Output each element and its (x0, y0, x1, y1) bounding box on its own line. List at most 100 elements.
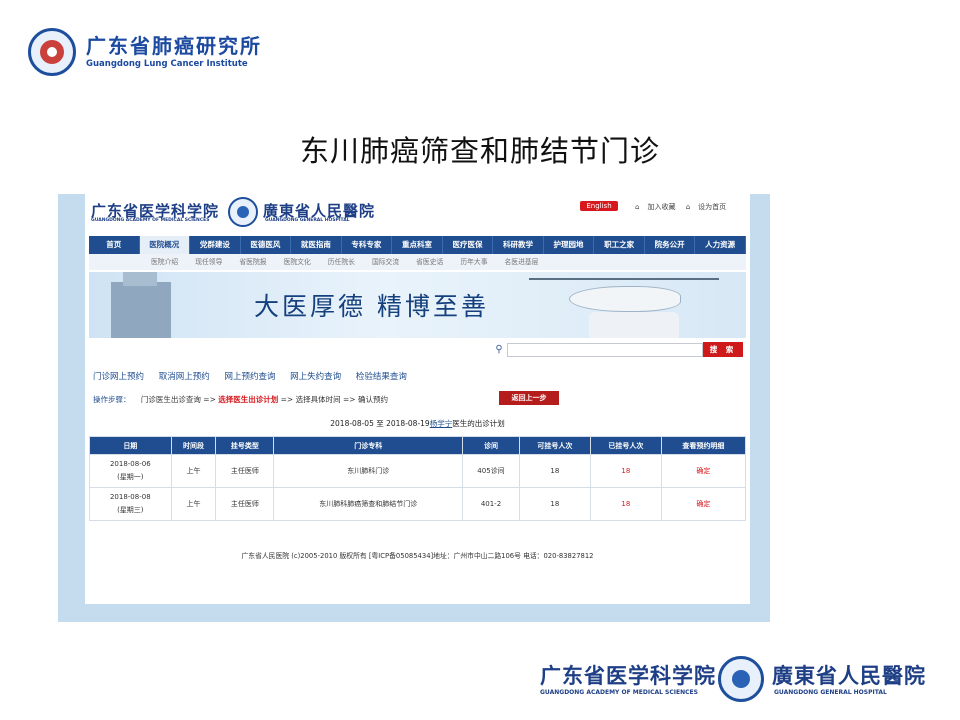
table-row: 2018-08-06 (星期一) 上午 主任医师 东川肺科门诊 405诊间 18 … (89, 454, 747, 488)
col-header: 诊间 (462, 436, 520, 455)
subnav-item[interactable]: 国际交流 (372, 254, 399, 270)
confirm-link[interactable]: 确定 (660, 454, 747, 488)
steps-label: 操作步骤： (93, 395, 131, 404)
confirm-link[interactable]: 确定 (660, 487, 747, 521)
search-icon: ⚲ (495, 344, 503, 355)
col-header: 日期 (89, 436, 172, 455)
banner-slogan: 大医厚德 精博至善 (254, 292, 489, 321)
home-icon: ⌂ (635, 203, 640, 211)
back-button[interactable]: 返回上一步 (499, 391, 559, 405)
hospital-building-image (111, 272, 171, 338)
step-arrow: => (343, 395, 356, 404)
clinic-cell: 东川肺科肺癌筛查和肺结节门诊 (273, 487, 464, 521)
nav-item-home[interactable]: 首页 (89, 236, 140, 254)
booking-query-link[interactable]: 网上预约查询 (224, 372, 275, 382)
nav-item-experts[interactable]: 专科专家 (342, 236, 393, 254)
helicopter-rotor-image (529, 278, 719, 280)
embedded-screenshot: 广东省医学科学院 GUANGDONG ACADEMY OF MEDICAL SC… (58, 194, 770, 622)
medical-staff-image (589, 312, 679, 338)
type-cell: 主任医师 (215, 454, 275, 488)
col-header: 已挂号人次 (589, 436, 662, 455)
search-input[interactable] (507, 343, 703, 357)
english-button[interactable]: English (580, 201, 618, 211)
lab-results-link[interactable]: 检验结果查询 (356, 372, 407, 382)
site-header: 广东省医学科学院 GUANGDONG ACADEMY OF MEDICAL SC… (85, 194, 750, 232)
subnav-item[interactable]: 现任领导 (195, 254, 222, 270)
step-3: 选择具体时间 (295, 395, 341, 404)
booked-cell: 18 (589, 454, 662, 488)
schedule-title: 2018-08-05 至 2018-08-19杨学宁医生的出诊计划 (89, 418, 746, 429)
schedule-range: 2018-08-05 至 2018-08-19 (330, 419, 430, 428)
banner: 大医厚德 精博至善 (89, 272, 746, 338)
site-footer: 广东省人民医院 (c)2005-2010 版权所有 [粤ICP备05085434… (241, 552, 594, 560)
helicopter-image (569, 286, 681, 312)
subnav-item[interactable]: 医院文化 (284, 254, 311, 270)
col-header: 门诊专科 (273, 436, 464, 455)
schedule-table: 日期 时间段 挂号类型 门诊专科 诊间 可挂号人次 已挂号人次 查看预约明细 2… (89, 436, 747, 521)
home-icon: ⌂ (685, 203, 691, 211)
subnav-item[interactable]: 医院介绍 (151, 254, 178, 270)
col-header: 挂号类型 (215, 436, 275, 455)
nav-item-hr[interactable]: 人力资源 (695, 236, 746, 254)
subnav-item[interactable]: 历年大事 (460, 254, 487, 270)
step-arrow: => (280, 395, 294, 404)
schedule-suffix: 医生的出诊计划 (452, 419, 505, 428)
step-4: 确认预约 (357, 395, 388, 404)
subnav-item[interactable]: 名医进基层 (505, 254, 539, 270)
booked-cell: 18 (589, 487, 662, 521)
step-1: 门诊医生出诊查询 (140, 395, 201, 404)
date-cell: 2018-08-08 (星期三) (89, 487, 172, 521)
hospital-name-en: GUANGDONG GENERAL HOSPITAL (265, 218, 350, 223)
available-cell: 18 (518, 487, 591, 521)
slide-title: 东川肺癌筛查和肺结节门诊 (299, 134, 660, 168)
add-favorite-link[interactable]: 加入收藏 (647, 203, 675, 211)
table-header-row: 日期 时间段 挂号类型 门诊专科 诊间 可挂号人次 已挂号人次 查看预约明细 (89, 436, 747, 455)
nav-item-guide[interactable]: 就医指南 (291, 236, 342, 254)
header-links: ⌂ 加入收藏 ⌂ 设为首页 (635, 202, 734, 212)
bottom-hospital-name-en: GUANGDONG GENERAL HOSPITAL (774, 689, 887, 696)
bottom-seal-icon (718, 656, 764, 702)
nav-item-insurance[interactable]: 医疗医保 (443, 236, 494, 254)
nav-item-staff[interactable]: 职工之家 (594, 236, 645, 254)
appointment-content: 门诊网上预约 取消网上预约 网上预约查询 网上失约查询 检验结果查询 操作步骤：… (89, 364, 747, 564)
doctor-link[interactable]: 杨学宁 (430, 419, 453, 428)
bottom-academy-name-cn: 广东省医学科学院 (540, 663, 716, 688)
type-cell: 主任医师 (215, 487, 275, 521)
subnav-item[interactable]: 省医院报 (239, 254, 266, 270)
missed-booking-link[interactable]: 网上失约查询 (290, 372, 341, 382)
search-button[interactable]: 搜 索 (703, 342, 743, 357)
bottom-logo: 广东省医学科学院 GUANGDONG ACADEMY OF MEDICAL SC… (540, 656, 930, 702)
period-cell: 上午 (170, 487, 217, 521)
room-cell: 405诊间 (462, 454, 520, 488)
bottom-hospital-name-cn: 廣東省人民醫院 (772, 663, 926, 688)
set-homepage-link[interactable]: 设为首页 (698, 203, 726, 211)
col-header: 可挂号人次 (518, 436, 591, 455)
nav-item-departments[interactable]: 重点科室 (392, 236, 443, 254)
hospital-webpage: 广东省医学科学院 GUANGDONG ACADEMY OF MEDICAL SC… (85, 194, 750, 604)
step-arrow: => (203, 395, 216, 404)
subnav-item[interactable]: 历任院长 (328, 254, 355, 270)
nav-item-ethics[interactable]: 医德医风 (241, 236, 292, 254)
institute-logo: 广东省肺癌研究所 Guangdong Lung Cancer Institute (28, 24, 268, 80)
col-header: 时间段 (170, 436, 217, 455)
room-cell: 401-2 (462, 487, 520, 521)
available-cell: 18 (518, 454, 591, 488)
nav-item-overview[interactable]: 医院概况 (139, 236, 191, 254)
nav-item-affairs[interactable]: 院务公开 (645, 236, 696, 254)
main-nav: 首页 医院概况 党群建设 医德医风 就医指南 专科专家 重点科室 医疗医保 科研… (89, 236, 746, 254)
online-booking-link[interactable]: 门诊网上预约 (93, 372, 144, 382)
institute-name-en: Guangdong Lung Cancer Institute (86, 59, 248, 69)
subnav-item[interactable]: 省医史话 (416, 254, 443, 270)
nav-item-party[interactable]: 党群建设 (190, 236, 241, 254)
search-bar: ⚲ 搜 索 (89, 340, 746, 362)
date-cell: 2018-08-06 (星期一) (89, 454, 172, 488)
institute-name-cn: 广东省肺癌研究所 (86, 34, 262, 58)
cancel-booking-link[interactable]: 取消网上预约 (159, 372, 210, 382)
step-2-current: 选择医生出诊计划 (218, 395, 279, 404)
col-header: 查看预约明细 (660, 436, 747, 455)
nav-item-nursing[interactable]: 护理园地 (544, 236, 595, 254)
appointment-menu: 门诊网上预约 取消网上预约 网上预约查询 网上失约查询 检验结果查询 (93, 370, 419, 382)
clinic-cell: 东川肺科门诊 (273, 454, 464, 488)
hospital-seal-icon (228, 197, 258, 227)
nav-item-research[interactable]: 科研教学 (493, 236, 544, 254)
